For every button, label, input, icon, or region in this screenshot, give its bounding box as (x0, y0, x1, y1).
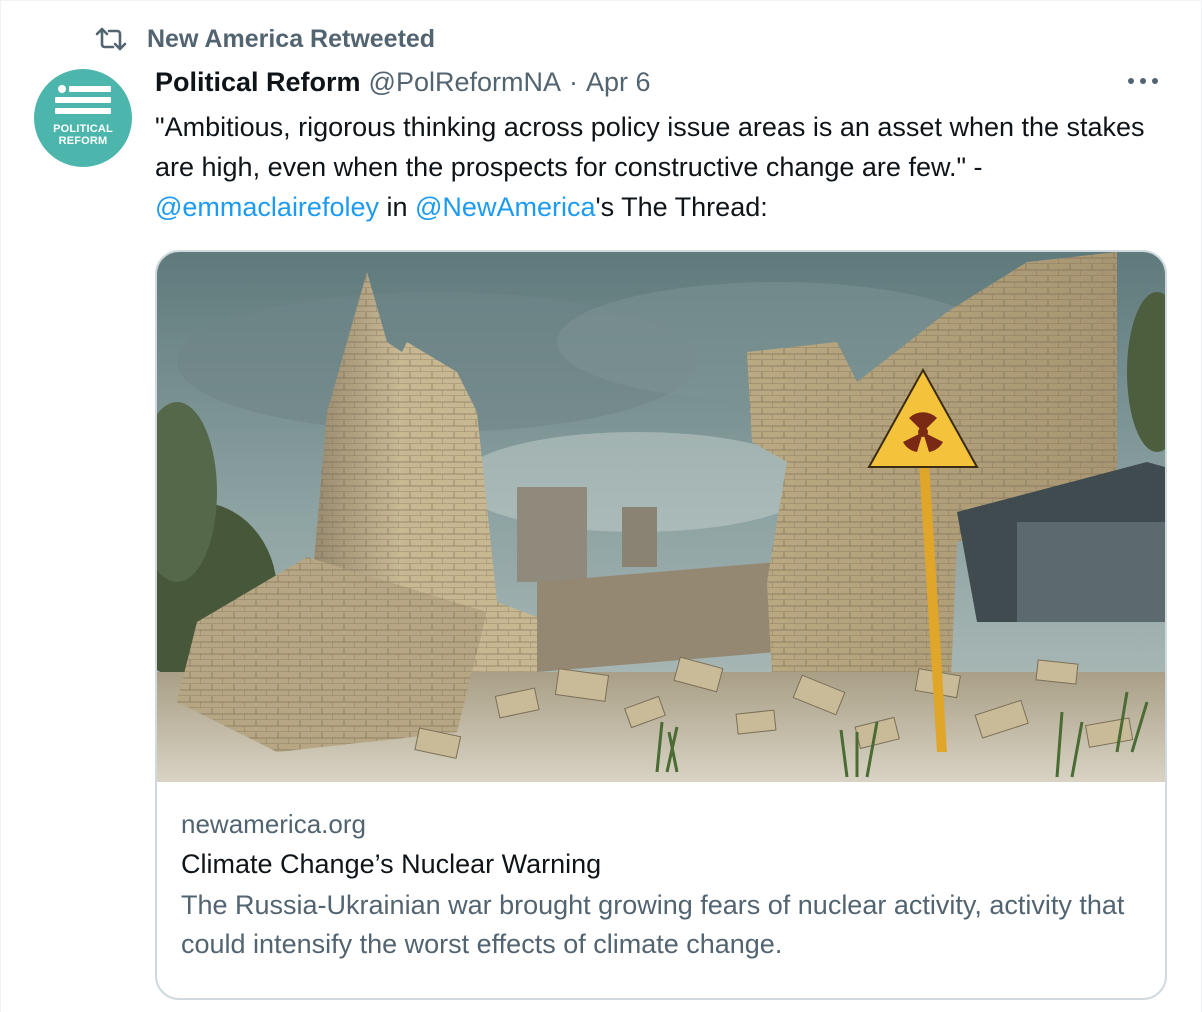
avatar[interactable]: POLITICAL REFORM (34, 69, 132, 167)
card-domain: newamerica.org (181, 809, 366, 839)
avatar-label: POLITICAL REFORM (53, 123, 113, 147)
mention-link-newamerica[interactable]: @NewAmerica (415, 192, 595, 222)
display-name[interactable]: Political Reform (155, 67, 361, 98)
retweet-icon (95, 26, 127, 52)
tweet[interactable]: New America Retweeted POLITICAL REFORM P… (0, 0, 1202, 1012)
tweet-text: "Ambitious, rigorous thinking across pol… (155, 107, 1175, 227)
card-image[interactable] (157, 252, 1165, 782)
more-options-button[interactable] (1123, 67, 1163, 97)
link-preview-card[interactable]: newamerica.org Climate Change’s Nuclear … (155, 250, 1167, 1000)
avatar-logo-icon (55, 85, 111, 114)
social-context[interactable]: New America Retweeted (95, 21, 435, 57)
card-title: Climate Change’s Nuclear Warning (181, 849, 602, 879)
mention-link-emmaclairefoley[interactable]: @emmaclairefoley (155, 192, 379, 222)
tweet-text-part1: "Ambitious, rigorous thinking across pol… (155, 112, 1145, 182)
card-description: The Russia-Ukrainian war brought growing… (181, 890, 1125, 959)
card-meta: newamerica.org Climate Change’s Nuclear … (181, 808, 1141, 964)
retweet-label[interactable]: New America Retweeted (147, 25, 435, 54)
tweet-header: Political Reform @PolReformNA · Apr 6 (155, 63, 651, 101)
separator-dot: · (569, 66, 579, 97)
tweet-text-part3: 's The Thread: (595, 192, 768, 222)
tweet-text-part2: in (378, 192, 416, 222)
user-handle[interactable]: @PolReformNA (369, 67, 561, 98)
tweet-date[interactable]: Apr 6 (586, 67, 651, 98)
more-options-icon (1126, 73, 1160, 91)
